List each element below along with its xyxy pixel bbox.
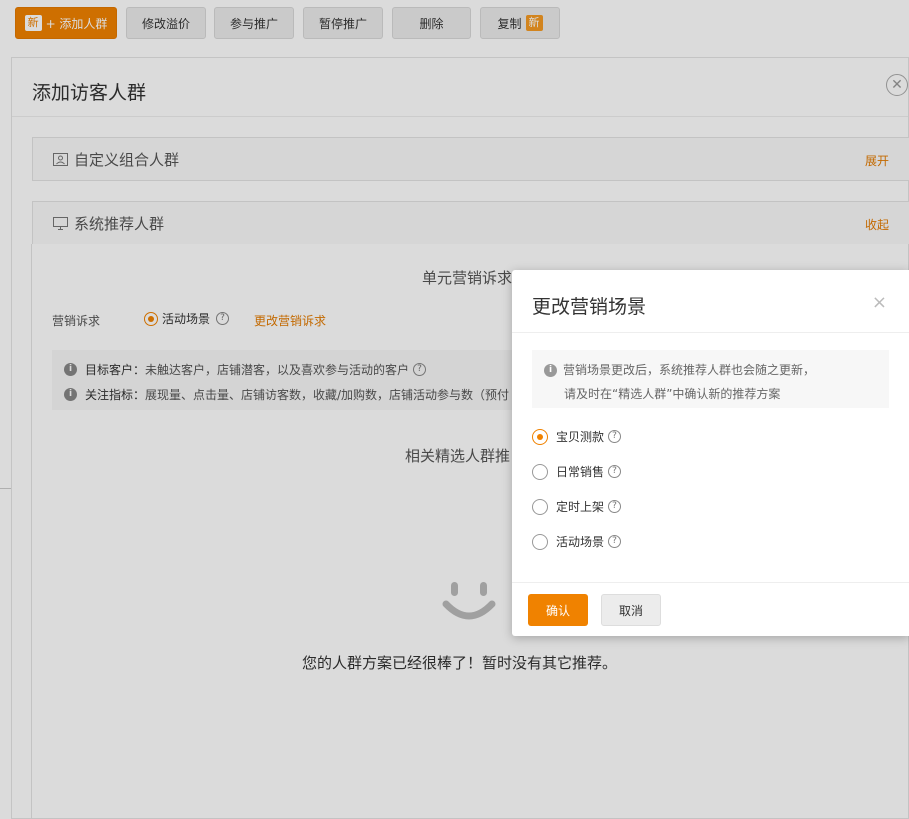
notice-box: i 营销场景更改后，系统推荐人群也会随之更新， 请及时在“精选人群”中确认新的推荐…	[532, 350, 889, 408]
help-icon[interactable]: ?	[608, 535, 622, 548]
scene-radio[interactable]	[532, 498, 548, 515]
scene-radio[interactable]	[532, 428, 548, 445]
notice-text-1: 营销场景更改后，系统推荐人群也会随之更新，	[563, 363, 816, 377]
scene-label: 日常销售	[556, 465, 605, 479]
confirm-button[interactable]: 确认	[528, 594, 588, 626]
notice-line-2: 请及时在“精选人群”中确认新的推荐方案	[564, 387, 781, 401]
modal-title: 更改营销场景	[532, 296, 647, 318]
scene-option-scheduled-listing[interactable]: 定时上架 ?	[532, 498, 622, 515]
scene-label: 定时上架	[556, 500, 605, 514]
scene-label: 宝贝测款	[556, 430, 605, 444]
scene-radio[interactable]	[532, 463, 548, 480]
cancel-button[interactable]: 取消	[601, 594, 661, 626]
notice-line-1: i 营销场景更改后，系统推荐人群也会随之更新，	[544, 358, 879, 382]
scene-label: 活动场景	[556, 535, 605, 549]
help-icon[interactable]: ?	[608, 430, 622, 443]
scene-option-daily-sales[interactable]: 日常销售 ?	[532, 463, 622, 480]
help-icon[interactable]: ?	[608, 465, 622, 478]
scene-option-activity[interactable]: 活动场景 ?	[532, 533, 622, 550]
scene-radio[interactable]	[532, 533, 548, 550]
change-scene-modal: 更改营销场景 × i 营销场景更改后，系统推荐人群也会随之更新， 请及时在“精选人…	[512, 270, 909, 636]
help-icon[interactable]: ?	[608, 500, 622, 513]
info-icon: i	[544, 364, 557, 377]
close-icon[interactable]: ×	[872, 292, 887, 313]
divider	[512, 582, 909, 583]
scene-option-product-test[interactable]: 宝贝测款 ?	[532, 428, 622, 445]
divider	[512, 332, 909, 333]
